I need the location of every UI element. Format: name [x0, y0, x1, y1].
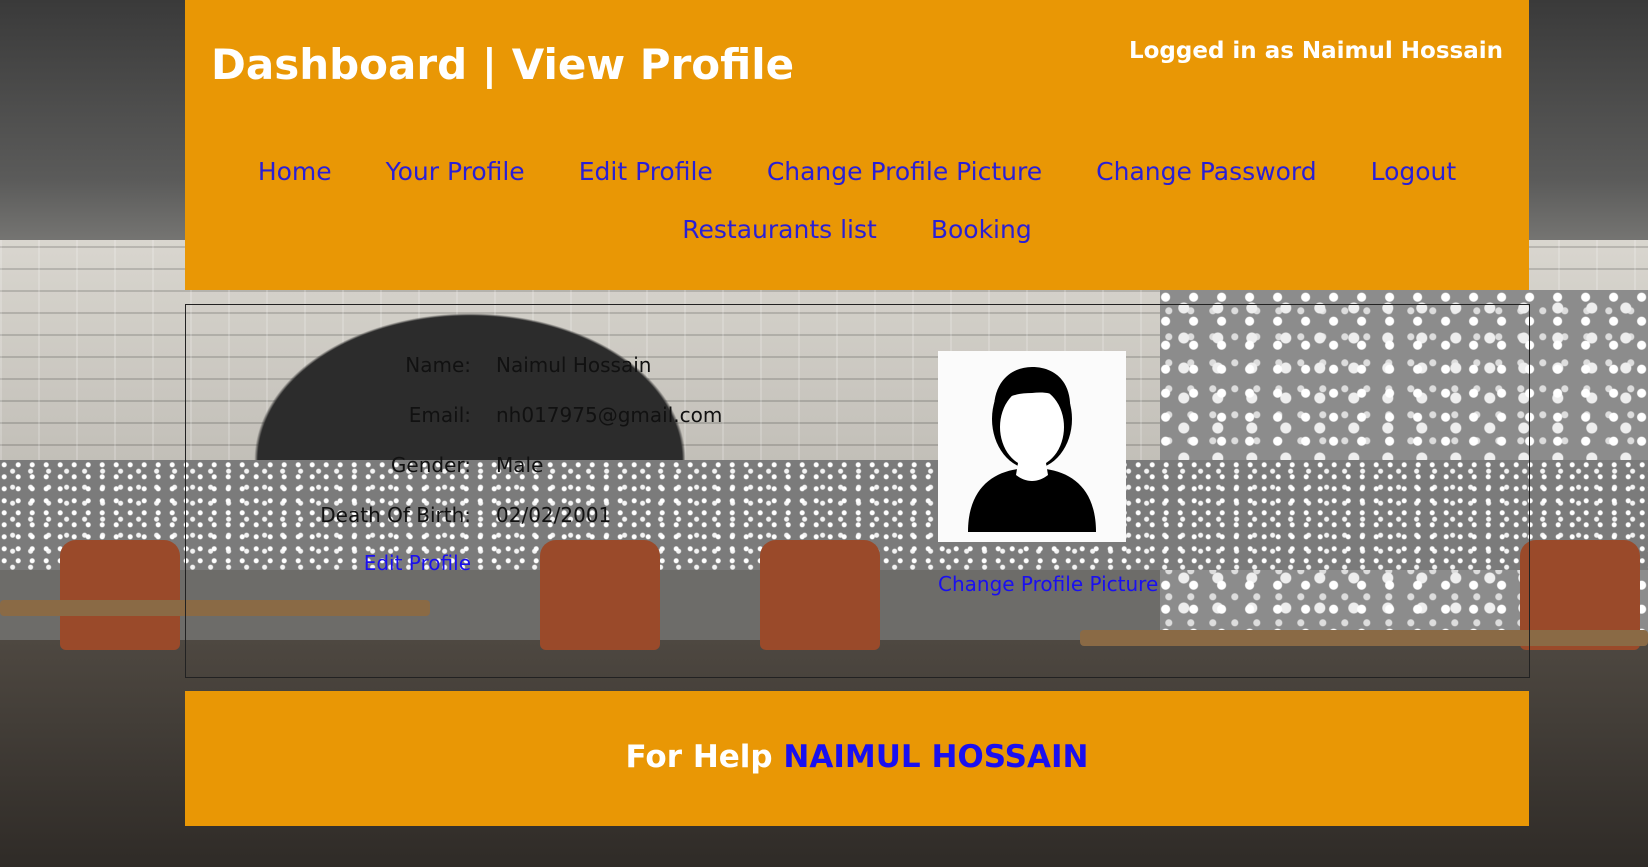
- footer-help-prefix: For Help: [625, 739, 773, 775]
- user-silhouette-icon: [938, 351, 1126, 542]
- nav-edit-profile[interactable]: Edit Profile: [579, 144, 713, 199]
- footer: For Help NAIMUL HOSSAIN: [185, 691, 1529, 826]
- header: Dashboard | View Profile Logged in as Na…: [185, 0, 1529, 290]
- footer-help-text: For Help NAIMUL HOSSAIN: [185, 739, 1529, 775]
- nav-booking[interactable]: Booking: [931, 202, 1032, 257]
- footer-help-name: NAIMUL HOSSAIN: [783, 739, 1089, 775]
- nav-change-profile-picture[interactable]: Change Profile Picture: [767, 144, 1042, 199]
- field-label: Email:: [408, 403, 471, 427]
- edit-profile-link[interactable]: Edit Profile: [361, 551, 471, 575]
- nav-change-password[interactable]: Change Password: [1096, 144, 1316, 199]
- field-value-email: nh017975@gmail.com: [496, 403, 723, 427]
- field-label: Name:: [405, 353, 471, 377]
- nav-your-profile[interactable]: Your Profile: [386, 144, 525, 199]
- field-value-birth: 02/02/2001: [496, 503, 612, 527]
- field-label: Gender:: [390, 453, 471, 477]
- logged-in-status: Logged in as Naimul Hossain: [1128, 38, 1503, 64]
- nav-logout[interactable]: Logout: [1371, 144, 1457, 199]
- page-title: Dashboard | View Profile: [211, 40, 795, 89]
- main-nav: Home Your Profile Edit Profile Change Profi…: [185, 144, 1529, 260]
- field-value-name: Naimul Hossain: [496, 353, 652, 377]
- field-label: Death Of Birth:: [320, 503, 471, 527]
- profile-panel: Name: Naimul Hossain Email: nh017975@gma…: [185, 304, 1530, 678]
- nav-home[interactable]: Home: [258, 144, 332, 199]
- change-profile-picture-link[interactable]: Change Profile Picture: [938, 572, 1158, 596]
- background-chair: [60, 540, 180, 650]
- field-value-gender: Male: [496, 453, 544, 477]
- nav-restaurants-list[interactable]: Restaurants list: [682, 202, 877, 257]
